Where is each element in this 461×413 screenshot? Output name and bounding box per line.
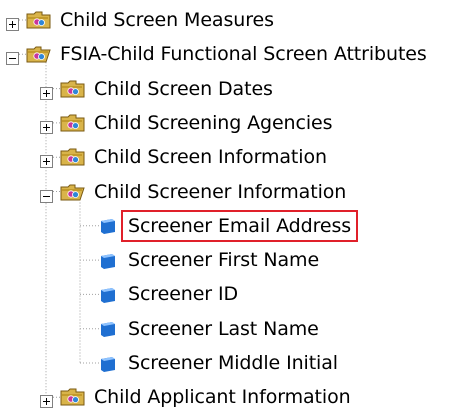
attribute-tree: Child Screen Measures FSIA-Child Functio… xyxy=(0,0,461,411)
tree-node-label: Screener Middle Initial xyxy=(128,352,338,374)
tree-node-label: Child Applicant Information xyxy=(94,386,351,409)
tree-folder-fsia-child-functional-screen-attributes[interactable]: FSIA-Child Functional Screen Attributes xyxy=(26,39,429,69)
open-folder-icon xyxy=(60,182,86,202)
expand-toggle-icon[interactable] xyxy=(40,83,53,100)
tree-folder-child-applicant-information[interactable]: Child Applicant Information xyxy=(60,382,353,412)
folder-icon xyxy=(60,387,86,407)
tree-item-screener-last-name[interactable]: Screener Last Name xyxy=(94,314,321,344)
open-folder-icon xyxy=(26,44,52,64)
collapse-toggle-icon[interactable] xyxy=(40,186,53,203)
tree-item-screener-first-name[interactable]: Screener First Name xyxy=(94,245,321,275)
tree-item-screener-id[interactable]: Screener ID xyxy=(94,279,240,309)
expand-toggle-icon[interactable] xyxy=(40,117,53,134)
tree-folder-child-screen-dates[interactable]: Child Screen Dates xyxy=(60,74,275,104)
collapse-toggle-icon[interactable] xyxy=(6,48,19,66)
tree-folder-child-screener-information[interactable]: Child Screener Information xyxy=(60,177,348,207)
folder-icon xyxy=(26,10,52,30)
tree-folder-child-screening-agencies[interactable]: Child Screening Agencies xyxy=(60,108,334,138)
tree-node-label: Child Screener Information xyxy=(94,180,347,203)
attribute-icon xyxy=(94,285,120,304)
tree-node-label: Screener Email Address xyxy=(120,209,359,242)
tree-item-screener-middle-initial[interactable]: Screener Middle Initial xyxy=(94,348,340,378)
tree-node-label: Child Screen Dates xyxy=(94,77,273,100)
attribute-icon xyxy=(94,354,120,373)
expand-toggle-icon[interactable] xyxy=(6,14,19,31)
folder-icon xyxy=(60,79,86,99)
expand-toggle-icon[interactable] xyxy=(40,391,53,409)
tree-node-label: Child Screening Agencies xyxy=(94,111,333,134)
tree-folder-child-screen-information[interactable]: Child Screen Information xyxy=(60,142,329,172)
attribute-icon xyxy=(94,216,120,235)
tree-node-label: Screener ID xyxy=(128,283,238,306)
tree-node-label: FSIA-Child Functional Screen Attributes xyxy=(60,43,427,66)
folder-icon xyxy=(60,113,86,133)
tree-node-label: Screener Last Name xyxy=(128,317,319,340)
tree-node-label: Child Screen Information xyxy=(94,146,327,169)
tree-node-label: Child Screen Measures xyxy=(60,9,274,31)
attribute-icon xyxy=(94,319,120,338)
attribute-icon xyxy=(94,251,120,270)
tree-node-label: Screener First Name xyxy=(128,249,320,272)
tree-item-screener-email-address[interactable]: Screener Email Address xyxy=(94,209,359,242)
folder-icon xyxy=(60,147,86,167)
tree-folder-child-screen-measures[interactable]: Child Screen Measures xyxy=(26,5,276,35)
expand-toggle-icon[interactable] xyxy=(40,151,53,169)
